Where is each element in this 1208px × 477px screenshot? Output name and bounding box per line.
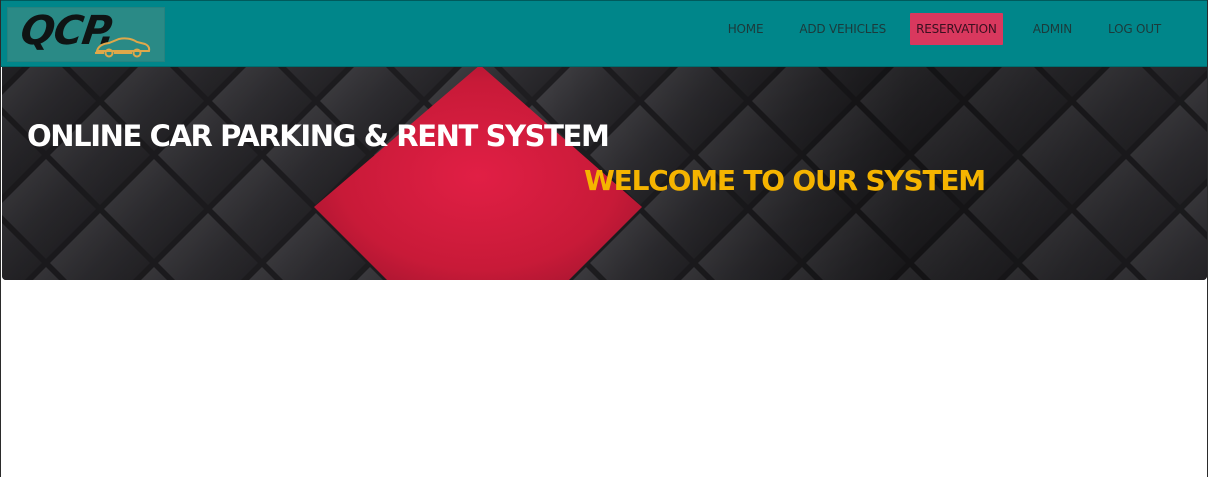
nav-reservation[interactable]: RESERVATION bbox=[910, 13, 1003, 45]
nav-home[interactable]: HOME bbox=[722, 13, 770, 45]
site-logo[interactable]: QCP. bbox=[7, 7, 165, 62]
top-navbar: QCP. HOME ADD VEHICLES RESERVATION ADMIN… bbox=[1, 0, 1207, 67]
car-icon bbox=[95, 37, 151, 58]
hero-subtitle: WELCOME TO OUR SYSTEM bbox=[584, 164, 986, 197]
hero-banner: ONLINE CAR PARKING & RENT SYSTEM WELCOME… bbox=[2, 67, 1207, 280]
hero-title: ONLINE CAR PARKING & RENT SYSTEM bbox=[27, 119, 610, 153]
nav-add-vehicles[interactable]: ADD VEHICLES bbox=[793, 13, 892, 45]
page: QCP. HOME ADD VEHICLES RESERVATION ADMIN… bbox=[0, 0, 1208, 477]
nav-links: HOME ADD VEHICLES RESERVATION ADMIN LOG … bbox=[698, 13, 1167, 45]
nav-log-out[interactable]: LOG OUT bbox=[1102, 13, 1167, 45]
nav-admin[interactable]: ADMIN bbox=[1027, 13, 1078, 45]
